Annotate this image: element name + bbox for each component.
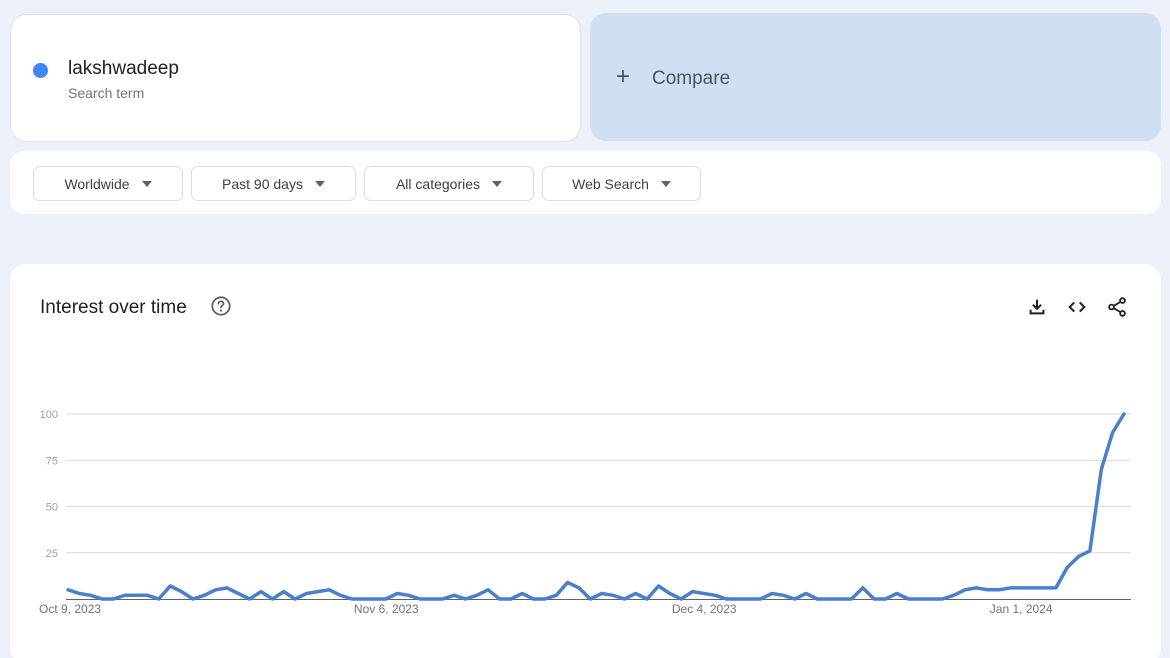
x-tick-label: Jan 1, 2024 (990, 602, 1053, 616)
x-tick-label: Nov 6, 2023 (354, 602, 419, 616)
y-tick-label: 25 (46, 548, 58, 560)
y-tick-label: 75 (46, 455, 58, 467)
y-tick-label: 100 (40, 409, 58, 421)
x-tick-label: Dec 4, 2023 (672, 602, 737, 616)
y-tick-label: 50 (46, 502, 58, 514)
line-chart: 25 50 75 100 Oct 9, 2023 Nov 6, 2023 Dec 4, 2… (39, 409, 1131, 616)
x-tick-label: Oct 9, 2023 (39, 602, 101, 616)
